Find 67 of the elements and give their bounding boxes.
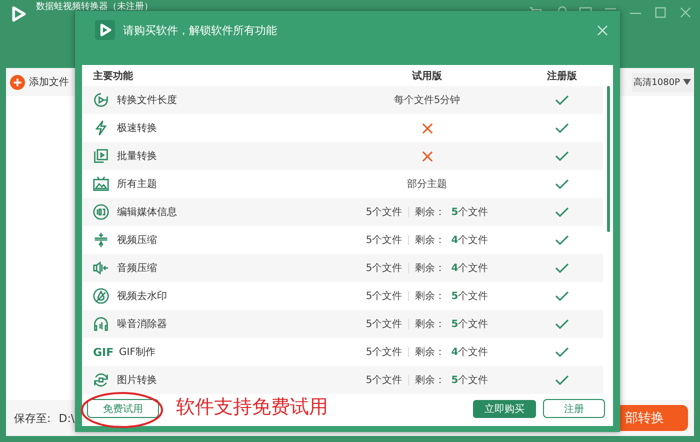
logo-icon bbox=[95, 20, 115, 40]
feature-name: 噪音消除器 bbox=[117, 318, 167, 331]
trial-quota: 5个文件 bbox=[366, 234, 402, 247]
column-header: 主要功能 bbox=[92, 69, 134, 82]
trial-limit: 部分主题 bbox=[407, 178, 447, 191]
remaining-count: 4个文件 bbox=[451, 234, 488, 247]
feature-name: 视频压缩 bbox=[117, 234, 157, 247]
remaining-label: 剩余： bbox=[415, 262, 446, 275]
remaining-count: 5个文件 bbox=[451, 318, 488, 331]
register-button[interactable]: 注册 bbox=[543, 399, 605, 418]
remaining-label: 剩余： bbox=[415, 290, 446, 303]
feature-name: 编辑媒体信息 bbox=[117, 206, 177, 219]
feature-name: 音频压缩 bbox=[117, 262, 157, 275]
save-path-field[interactable]: D:\ bbox=[58, 412, 75, 424]
feature-name: 转换文件长度 bbox=[117, 94, 177, 107]
save-label: 保存至: bbox=[14, 410, 51, 426]
column-header: 试用版 bbox=[410, 70, 443, 82]
trial-quota: 5个文件 bbox=[366, 262, 402, 275]
close-icon[interactable] bbox=[597, 24, 608, 36]
logo-icon bbox=[10, 5, 28, 23]
feature-name: 批量转换 bbox=[117, 150, 157, 163]
remaining-label: 剩余： bbox=[415, 234, 446, 247]
headphones-icon bbox=[93, 316, 109, 332]
trial-quota: 5个文件 bbox=[366, 346, 402, 359]
feature-name: 视频去水印 bbox=[117, 290, 167, 303]
remaining-count: 4个文件 bbox=[451, 346, 488, 359]
trial-quota: 5个文件 bbox=[366, 290, 402, 303]
quality-dropdown[interactable]: 高清1080P bbox=[632, 72, 693, 92]
annotation-text: 软件支持免费试用 bbox=[176, 395, 328, 420]
remaining-count: 5个文件 bbox=[451, 206, 488, 219]
remaining-count: 5个文件 bbox=[451, 290, 488, 303]
buy-now-button[interactable]: 立即购买 bbox=[473, 400, 536, 418]
add-file-button[interactable]: 添加文件 bbox=[10, 74, 69, 90]
trial-quota: 5个文件 bbox=[366, 318, 402, 331]
remaining-count: 5个文件 bbox=[451, 374, 488, 387]
compress-icon bbox=[93, 232, 109, 248]
id-tag-icon bbox=[93, 204, 109, 220]
remaining-label: 剩余： bbox=[415, 346, 446, 359]
image-icon bbox=[93, 176, 109, 192]
droplet-icon bbox=[93, 288, 109, 304]
maximize-icon[interactable] bbox=[654, 6, 667, 19]
caret-icon bbox=[683, 79, 691, 85]
free-trial-button[interactable]: 免费试用 bbox=[87, 399, 159, 418]
dialog-title: 请购买软件，解锁软件所有功能 bbox=[123, 22, 277, 38]
plus-icon bbox=[10, 74, 25, 90]
feature-name: 所有主题 bbox=[117, 178, 157, 191]
window-title: 数据蛙视频转换器（未注册） bbox=[36, 2, 153, 13]
trial-quota: 5个文件 bbox=[366, 374, 402, 387]
close-icon[interactable] bbox=[679, 6, 692, 19]
scrollbar[interactable] bbox=[607, 86, 610, 232]
remaining-label: 剩余： bbox=[415, 318, 446, 331]
speaker-icon bbox=[93, 260, 109, 276]
remaining-count: 4个文件 bbox=[451, 262, 488, 275]
trial-limit: 每个文件5分钟 bbox=[394, 94, 460, 107]
column-header: 注册版 bbox=[546, 69, 578, 82]
refresh-icon bbox=[93, 372, 109, 388]
feature-icon: GIF bbox=[93, 346, 111, 358]
copy-icon bbox=[93, 148, 109, 164]
trial-quota: 5个文件 bbox=[366, 206, 402, 219]
feature-name: 图片转换 bbox=[117, 374, 157, 387]
feature-name: 极速转换 bbox=[117, 122, 157, 135]
remaining-label: 剩余： bbox=[415, 206, 446, 219]
feature-name: GIF制作 bbox=[119, 346, 156, 359]
cross-icon bbox=[422, 122, 432, 134]
remaining-label: 剩余： bbox=[415, 374, 446, 387]
lightning-icon bbox=[93, 120, 109, 136]
cross-icon bbox=[422, 150, 432, 162]
